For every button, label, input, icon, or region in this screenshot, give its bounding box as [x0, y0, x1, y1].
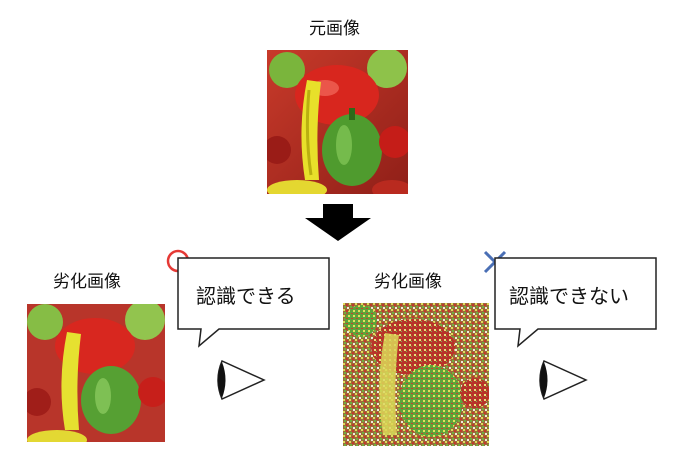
- bubble-text-right: 認識できない: [509, 284, 629, 308]
- original-image-title: 元画像: [309, 19, 360, 39]
- bubble-text-left: 認識できる: [196, 284, 296, 308]
- degraded-image-right-title: 劣化画像: [374, 272, 442, 292]
- original-image: [267, 50, 408, 194]
- degraded-image-right: [343, 303, 489, 446]
- degraded-image-left: [27, 304, 165, 442]
- speech-bubble-right: 認識できない: [494, 257, 659, 349]
- speech-bubble-left: 認識できる: [177, 257, 332, 349]
- down-arrow: [303, 204, 373, 242]
- eye-icon: [212, 357, 268, 403]
- eye-icon-right: [534, 357, 590, 403]
- degraded-image-left-title: 劣化画像: [53, 272, 121, 292]
